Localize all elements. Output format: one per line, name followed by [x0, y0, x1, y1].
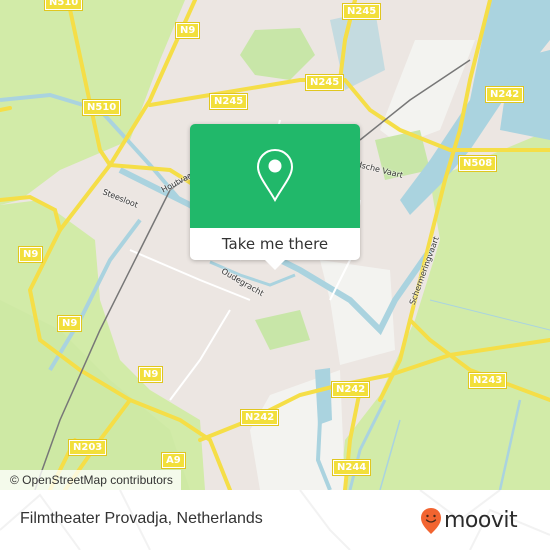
road-shield: N9 [174, 22, 201, 39]
moovit-smiley-pin-icon [421, 508, 441, 534]
place-name: Filmtheater Provadja, Netherlands [20, 510, 263, 527]
road-shield: N9 [137, 366, 164, 383]
road-shield: N510 [81, 99, 122, 116]
destination-popup: Take me there [190, 124, 360, 270]
lake-south [315, 368, 332, 425]
industrial-area-center [320, 260, 395, 365]
road-shield: N245 [208, 93, 249, 110]
road-shield: N242 [330, 381, 371, 398]
park-center [255, 310, 310, 350]
road-shield: N203 [67, 439, 108, 456]
road-shield: A9 [161, 452, 186, 469]
road-shield: N245 [341, 3, 382, 20]
road-shield: N510 [43, 0, 84, 11]
road-shield: N244 [331, 459, 372, 476]
road-shield: N245 [304, 74, 345, 91]
road-shield: N9 [56, 315, 83, 332]
footer-bar: Filmtheater Provadja, Netherlands moovit [0, 490, 550, 550]
road-shield: N508 [457, 155, 498, 172]
moovit-wordmark: moovit [444, 508, 518, 533]
moovit-logo[interactable]: moovit [420, 506, 518, 536]
road-shield: N242 [484, 86, 525, 103]
road-shield: N242 [239, 409, 280, 426]
map-view[interactable]: N510 N9 N245 N510 N245 N245 N242 N508 N9… [0, 0, 550, 490]
take-me-there-button[interactable]: Take me there [190, 228, 360, 260]
location-pin-icon [256, 148, 294, 203]
popup-pointer [265, 260, 285, 270]
popup-header[interactable] [190, 124, 360, 228]
park-fort [240, 28, 315, 80]
map-attribution[interactable]: © OpenStreetMap contributors [0, 470, 181, 490]
road-shield: N243 [467, 372, 508, 389]
road-shield: N9 [17, 246, 44, 263]
